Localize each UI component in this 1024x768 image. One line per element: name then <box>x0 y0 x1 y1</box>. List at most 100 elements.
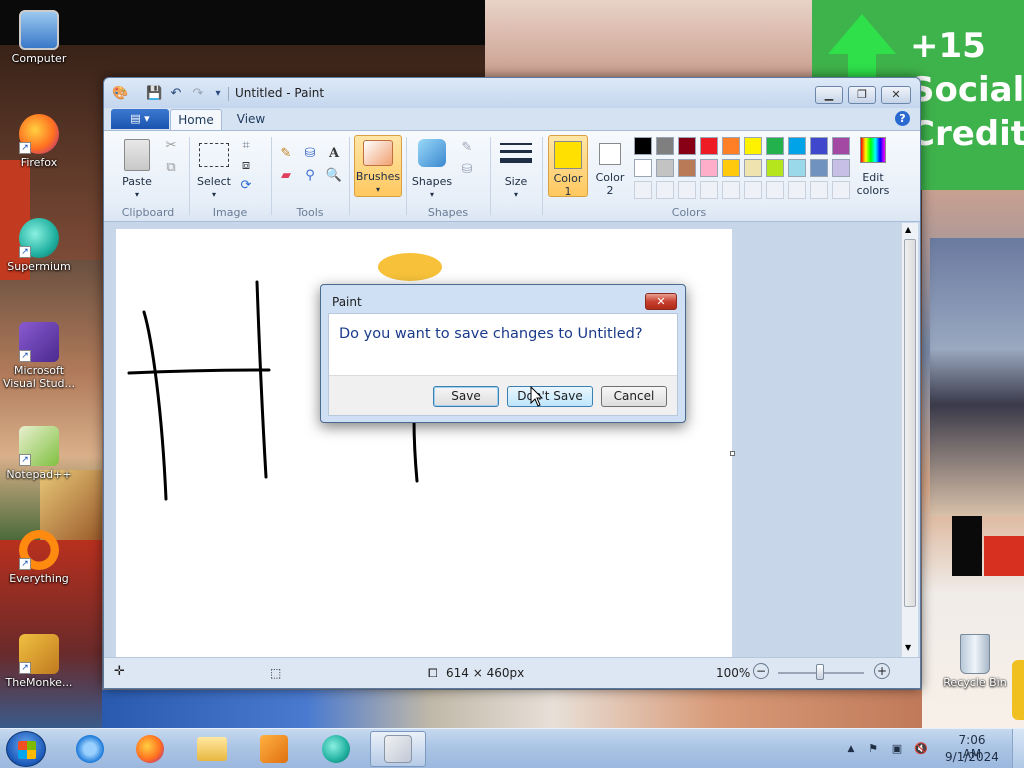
palette-swatch[interactable] <box>678 137 696 155</box>
clock-date[interactable]: 9/1/2024 <box>942 750 1002 764</box>
palette-swatch[interactable] <box>722 137 740 155</box>
help-icon[interactable]: ? <box>895 111 910 126</box>
palette-swatch[interactable] <box>678 181 696 199</box>
taskbar-paint[interactable] <box>370 731 426 767</box>
palette-swatch[interactable] <box>832 159 850 177</box>
magnifier-icon[interactable]: 🔍 <box>325 167 343 185</box>
palette-swatch[interactable] <box>656 137 674 155</box>
palette-swatch[interactable] <box>766 159 784 177</box>
color1-button[interactable]: Color 1 <box>548 135 588 198</box>
taskbar-file-explorer[interactable] <box>184 731 240 767</box>
palette-swatch[interactable] <box>700 181 718 199</box>
color-picker-icon[interactable]: ⚲ <box>301 167 319 185</box>
fill-icon[interactable]: ⛁ <box>301 145 319 163</box>
palette-swatch[interactable] <box>700 137 718 155</box>
brushes-button[interactable]: Brushes ▾ <box>354 135 402 197</box>
palette-swatch[interactable] <box>744 181 762 199</box>
size-group[interactable]: Size ▾ <box>492 133 540 219</box>
edit-colors-button[interactable]: Edit colors <box>850 135 894 197</box>
dont-save-button[interactable]: Don't Save <box>507 386 593 407</box>
taskbar-firefox[interactable] <box>122 731 178 767</box>
chevron-down-icon[interactable]: ▾ <box>114 188 160 201</box>
chevron-down-icon[interactable]: ▾ <box>408 188 456 201</box>
title-bar[interactable]: 🎨 💾 ↶ ↷ ▾ Untitled - Paint ▁ ❐ ✕ <box>104 78 920 108</box>
palette-swatch[interactable] <box>656 159 674 177</box>
palette-swatch[interactable] <box>656 181 674 199</box>
vertical-scrollbar[interactable]: ▲ ▼ <box>901 223 918 657</box>
palette-swatch[interactable] <box>634 181 652 199</box>
zoom-slider-thumb[interactable] <box>816 664 824 680</box>
cut-icon[interactable]: ✂ <box>162 137 180 155</box>
palette-swatch[interactable] <box>788 137 806 155</box>
palette-swatch[interactable] <box>788 181 806 199</box>
select-icon[interactable] <box>199 143 229 167</box>
eraser-icon[interactable]: ▰ <box>277 167 295 185</box>
show-hidden-icons-icon[interactable]: ▲ <box>844 742 858 756</box>
shapes-label[interactable]: Shapes <box>408 175 456 188</box>
palette-swatch[interactable] <box>810 181 828 199</box>
palette-swatch[interactable] <box>810 137 828 155</box>
desktop-icon-supermium[interactable]: ↗ Supermium <box>2 218 76 273</box>
desktop-icon-computer[interactable]: Computer <box>2 10 76 65</box>
action-center-flag-icon[interactable]: ⚑ <box>866 742 880 756</box>
palette-swatch[interactable] <box>722 181 740 199</box>
outline-icon[interactable]: ✎ <box>458 139 476 157</box>
select-label[interactable]: Select <box>191 175 237 188</box>
scroll-up-icon[interactable]: ▲ <box>905 225 911 234</box>
customize-toolbar-icon[interactable]: ▾ <box>210 86 226 102</box>
dialog-close-button[interactable]: ✕ <box>645 293 677 310</box>
palette-swatch[interactable] <box>634 137 652 155</box>
minimize-button[interactable]: ▁ <box>815 86 843 104</box>
scroll-down-icon[interactable]: ▼ <box>905 643 911 652</box>
volume-muted-icon[interactable]: 🔇 <box>914 742 928 756</box>
close-button[interactable]: ✕ <box>881 86 911 104</box>
desktop-icon-recycle-bin[interactable]: Recycle Bin <box>938 634 1012 689</box>
save-button[interactable]: Save <box>433 386 499 407</box>
palette-swatch[interactable] <box>832 181 850 199</box>
undo-icon[interactable]: ↶ <box>168 86 184 102</box>
palette-swatch[interactable] <box>722 159 740 177</box>
desktop-icon-notepadpp[interactable]: ↗ Notepad++ <box>2 426 76 481</box>
paint-app-icon[interactable]: 🎨 <box>112 86 128 102</box>
save-icon[interactable]: 💾 <box>146 86 162 102</box>
palette-swatch[interactable] <box>810 159 828 177</box>
pencil-icon[interactable]: ✎ <box>277 145 295 163</box>
palette-swatch[interactable] <box>744 159 762 177</box>
taskbar-media-player[interactable] <box>246 731 302 767</box>
show-desktop-button[interactable] <box>1012 729 1024 768</box>
network-icon[interactable]: ▣ <box>890 742 904 756</box>
palette-swatch[interactable] <box>766 137 784 155</box>
redo-icon[interactable]: ↷ <box>190 86 206 102</box>
zoom-in-button[interactable]: + <box>874 663 890 679</box>
copy-icon[interactable]: ⧉ <box>162 159 180 177</box>
desktop-icon-firefox[interactable]: ↗ Firefox <box>2 114 76 169</box>
start-button[interactable] <box>6 731 46 767</box>
color2-button[interactable]: Color 2 <box>591 135 629 197</box>
fill-style-icon[interactable]: ⛁ <box>458 161 476 179</box>
palette-swatch[interactable] <box>788 159 806 177</box>
paint-menu-button[interactable]: ▤ ▾ <box>111 109 169 129</box>
tab-home[interactable]: Home <box>170 109 222 130</box>
desktop-icon-themonke[interactable]: ↗ TheMonke... <box>2 634 76 689</box>
tab-view[interactable]: View <box>226 109 276 130</box>
maximize-button[interactable]: ❐ <box>848 86 876 104</box>
cancel-button[interactable]: Cancel <box>601 386 667 407</box>
palette-swatch[interactable] <box>634 159 652 177</box>
text-icon[interactable]: A <box>325 145 343 163</box>
rotate-icon[interactable]: ⟳ <box>237 177 255 195</box>
desktop-icon-visual-studio[interactable]: ↗ Microsoft Visual Stud... <box>2 322 76 390</box>
zoom-out-button[interactable]: − <box>753 663 769 679</box>
palette-swatch[interactable] <box>678 159 696 177</box>
desktop-icon-everything[interactable]: ↗ Everything <box>2 530 76 585</box>
shapes-icon[interactable] <box>418 139 446 167</box>
resize-icon[interactable]: ⧈ <box>237 157 255 175</box>
palette-swatch[interactable] <box>744 137 762 155</box>
taskbar-supermium[interactable] <box>308 731 364 767</box>
crop-icon[interactable]: ⌗ <box>237 137 255 155</box>
paste-icon[interactable] <box>124 139 150 171</box>
taskbar-internet-explorer[interactable] <box>62 731 118 767</box>
scrollbar-thumb[interactable] <box>904 239 916 607</box>
chevron-down-icon[interactable]: ▾ <box>191 188 237 201</box>
resize-handle[interactable] <box>730 451 735 456</box>
palette-swatch[interactable] <box>832 137 850 155</box>
